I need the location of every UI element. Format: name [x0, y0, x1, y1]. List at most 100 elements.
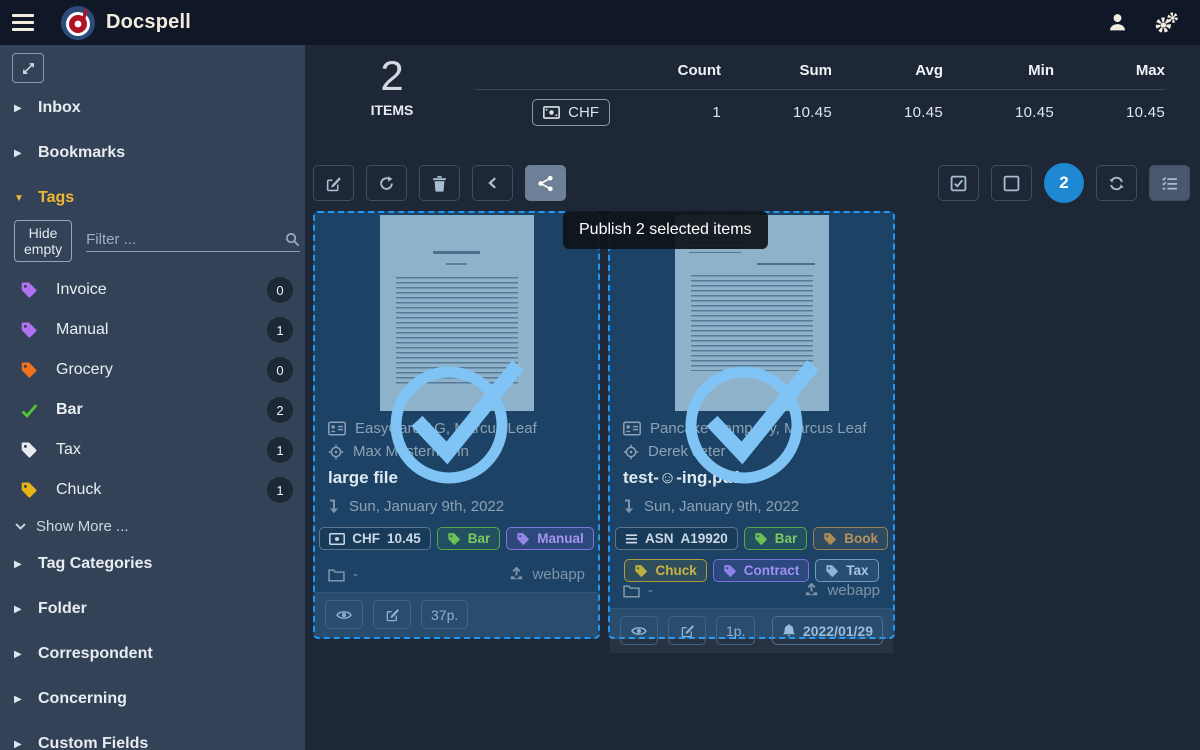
tag-chip-label: Bar	[775, 531, 798, 546]
document-thumbnail	[380, 215, 534, 411]
tag-chip-label: Bar	[468, 531, 491, 546]
amount-chip[interactable]: CHF 10.45	[319, 527, 431, 550]
crosshairs-icon	[328, 444, 344, 460]
item-date-row: Sun, January 9th, 2022	[328, 495, 585, 518]
tag-chip-bar[interactable]: Bar	[744, 527, 808, 550]
user-account-icon[interactable]	[1107, 12, 1128, 33]
stat-sum: 10.45	[721, 104, 832, 121]
show-more-label: Show More ...	[36, 518, 129, 535]
deselect-all-button[interactable]	[991, 165, 1032, 201]
settings-gears-icon[interactable]	[1154, 12, 1178, 34]
page-count-button[interactable]: 1p.	[716, 616, 755, 645]
main-content: 2 ITEMS Count Sum Avg Min Max	[305, 45, 1200, 750]
stats-col-count: Count	[610, 62, 721, 79]
tag-item-bar-selected[interactable]: Bar 2	[0, 390, 305, 430]
sidebar-item-label: Concerning	[38, 690, 127, 708]
tag-item-grocery[interactable]: Grocery 0	[0, 350, 305, 390]
expand-arrows-icon	[21, 61, 36, 76]
sidebar-item-inbox[interactable]: ▶ Inbox	[0, 88, 305, 128]
tag-item-chuck[interactable]: Chuck 1	[0, 470, 305, 510]
tag-chip-label: Contract	[744, 563, 800, 578]
item-date-row: Sun, January 9th, 2022	[623, 495, 880, 518]
due-date-button[interactable]: 2022/01/29	[772, 616, 883, 645]
tag-label: Bar	[56, 401, 83, 419]
tag-count-badge: 1	[267, 477, 293, 503]
tag-icon	[20, 481, 40, 499]
amount-currency: CHF	[352, 531, 380, 546]
expand-sidebar-button[interactable]	[12, 53, 44, 83]
upload-icon	[804, 583, 819, 598]
item-card-test-ing-pdf[interactable]: Pancake Company, Marcus Leaf Derek Jeter…	[608, 211, 895, 639]
item-card-large-file[interactable]: EasyCare AG, Marcus Leaf Max Mustermann …	[313, 211, 600, 639]
tag-chip-bar[interactable]: Bar	[437, 527, 501, 550]
sidebar-item-bookmarks[interactable]: ▶ Bookmarks	[0, 133, 305, 173]
restore-redo-button[interactable]	[366, 165, 407, 201]
tag-item-invoice[interactable]: Invoice 0	[0, 270, 305, 310]
tag-item-manual[interactable]: Manual 1	[0, 310, 305, 350]
tag-item-tax[interactable]: Tax 1	[0, 430, 305, 470]
tag-filter	[86, 231, 300, 252]
tag-icon	[825, 564, 839, 578]
edit-item-button[interactable]	[373, 600, 411, 629]
correspondent-row: Pancake Company, Marcus Leaf	[623, 417, 880, 440]
tag-icon	[447, 532, 461, 546]
tag-icon	[20, 361, 40, 379]
preview-eye-button[interactable]	[325, 600, 363, 629]
sidebar-item-custom-fields[interactable]: ▶ Custom Fields	[0, 724, 305, 750]
selected-count-badge[interactable]: 2	[1044, 163, 1084, 203]
menu-icon[interactable]	[0, 0, 46, 45]
share-publish-button[interactable]	[525, 165, 566, 201]
preview-eye-button[interactable]	[620, 616, 658, 645]
sidebar-item-folder[interactable]: ▶ Folder	[0, 589, 305, 629]
sidebar-item-tags[interactable]: ▼ Tags	[0, 178, 305, 218]
tag-chip-chuck[interactable]: Chuck	[624, 559, 706, 582]
sidebar: ▶ Inbox ▶ Bookmarks ▼ Tags Hide empty In…	[0, 45, 305, 750]
tag-filter-input[interactable]	[86, 231, 285, 248]
tag-label: Manual	[56, 321, 108, 339]
sidebar-item-label: Folder	[38, 600, 87, 618]
stats-col-min: Min	[943, 62, 1054, 79]
chip-row: Chuck Contract Tax	[623, 559, 880, 582]
crosshairs-icon	[623, 444, 639, 460]
publish-tooltip: Publish 2 selected items	[563, 211, 768, 249]
tag-icon	[20, 281, 40, 299]
edit-icon	[325, 175, 342, 192]
merge-back-button[interactable]	[472, 165, 513, 201]
stats-col-avg: Avg	[832, 62, 943, 79]
edit-item-button[interactable]	[668, 616, 706, 645]
page-count-button[interactable]: 37p.	[421, 600, 468, 629]
folder-icon	[328, 568, 345, 582]
list-view-toggle-button[interactable]	[1149, 165, 1190, 201]
edit-selected-button[interactable]	[313, 165, 354, 201]
tag-chip-manual[interactable]: Manual	[506, 527, 594, 550]
sidebar-item-label: Bookmarks	[38, 144, 125, 162]
tag-chip-label: Book	[844, 531, 878, 546]
caret-right-icon: ▶	[14, 694, 26, 705]
tag-chip-contract[interactable]: Contract	[713, 559, 810, 582]
selection-toolbar: 2	[305, 163, 1200, 203]
sidebar-item-tag-categories[interactable]: ▶ Tag Categories	[0, 544, 305, 584]
delete-selected-button[interactable]	[419, 165, 460, 201]
caret-right-icon: ▶	[14, 559, 26, 570]
correspondent-value: EasyCare AG, Marcus Leaf	[355, 417, 537, 440]
sidebar-item-concerning[interactable]: ▶ Concerning	[0, 679, 305, 719]
tag-icon	[634, 564, 648, 578]
items-count-label: ITEMS	[357, 102, 427, 118]
stats-col-max: Max	[1054, 62, 1165, 79]
bars-icon	[625, 533, 638, 545]
tag-icon	[754, 532, 768, 546]
app-title: Docspell	[106, 11, 191, 34]
sidebar-item-label: Custom Fields	[38, 735, 148, 750]
tag-chip-tax[interactable]: Tax	[815, 559, 878, 582]
tag-label: Chuck	[56, 481, 101, 499]
invert-selection-button[interactable]	[1096, 165, 1137, 201]
docspell-logo-icon	[60, 5, 96, 41]
show-more-tags[interactable]: Show More ...	[0, 510, 305, 539]
asn-chip[interactable]: ASN A19920	[615, 527, 738, 550]
search-icon	[285, 232, 300, 247]
tag-chip-book[interactable]: Book	[813, 527, 888, 550]
currency-chip[interactable]: CHF	[532, 99, 610, 126]
hide-empty-button[interactable]: Hide empty	[14, 220, 72, 262]
sidebar-item-correspondent[interactable]: ▶ Correspondent	[0, 634, 305, 674]
select-all-button[interactable]	[938, 165, 979, 201]
